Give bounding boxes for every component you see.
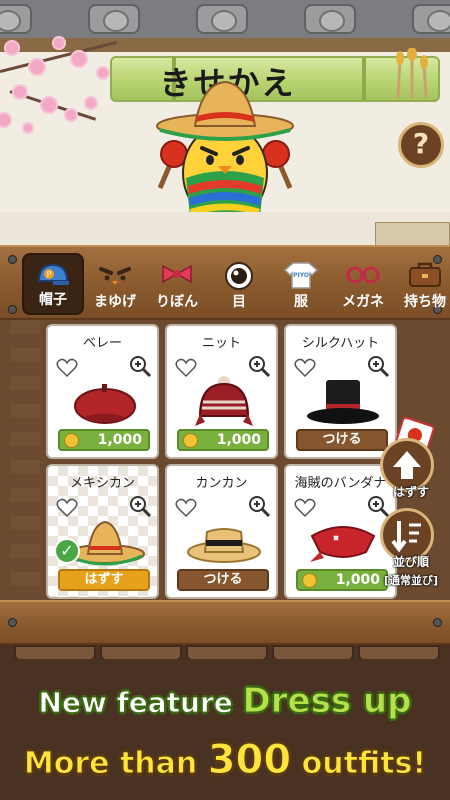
shirt-icon: PIYO [283, 262, 319, 289]
wardrobe-panel: P 帽子 まゆげ りぼん 目 PIYO 服 メガネ 持ち物 ベレー 1,000 … [0, 245, 450, 645]
silk-hat-icon [307, 380, 379, 424]
item-name: カンカン [195, 476, 248, 491]
item-grid-area: ベレー 1,000 ニット 1,000 シルクハット つける メキシカン ✓ は… [0, 320, 450, 600]
favorite-heart-icon[interactable] [294, 358, 316, 378]
knit-hat-icon [195, 376, 253, 426]
remove-all-label: はずす [392, 485, 429, 499]
zoom-icon[interactable] [366, 354, 390, 378]
zoom-icon[interactable] [128, 354, 152, 378]
favorite-heart-icon[interactable] [56, 498, 78, 518]
take-off-button[interactable]: はずす [58, 569, 150, 591]
bamboo-pennant-icon [396, 48, 428, 99]
sort-icon [391, 521, 421, 553]
promo-number: 300 [207, 737, 292, 784]
tab-hat[interactable]: P 帽子 [22, 253, 84, 315]
tab-eye[interactable]: 目 [208, 253, 270, 315]
tab-eyebrows[interactable]: まゆげ [84, 253, 146, 315]
item-name: ベレー [82, 336, 122, 351]
eyebrows-icon [99, 267, 131, 285]
coin-icon [183, 433, 198, 448]
tab-belongings[interactable]: 持ち物 [394, 253, 450, 315]
eye-icon [225, 262, 253, 290]
sort-order-label: 並び順 [392, 555, 429, 569]
favorite-heart-icon[interactable] [294, 498, 316, 518]
tab-glasses[interactable]: メガネ [332, 253, 394, 315]
tab-ribbon[interactable]: りぼん [146, 253, 208, 315]
item-price: 1,000 [97, 432, 142, 448]
coin-icon [302, 573, 317, 588]
item-card-silk-hat[interactable]: シルクハット つける [284, 324, 397, 459]
bag-icon [409, 262, 441, 287]
item-card-boater[interactable]: カンカン つける [165, 464, 278, 599]
buy-button[interactable]: 1,000 [58, 429, 150, 451]
tab-label: りぼん [156, 294, 198, 310]
shirt-print: PIYO [293, 272, 309, 279]
item-card-knit[interactable]: ニット 1,000 [165, 324, 278, 459]
promo-line-1: New feature Dress up [38, 681, 412, 722]
promo-highlight: Dress up [242, 681, 412, 722]
item-name: メキシカン [69, 476, 135, 491]
cap-icon: P [37, 263, 69, 285]
item-price: 1,000 [216, 432, 261, 448]
glasses-icon [346, 266, 380, 284]
zoom-icon[interactable] [128, 494, 152, 518]
tab-label: 持ち物 [404, 294, 446, 310]
item-card-mexican[interactable]: メキシカン ✓ はずす [46, 464, 159, 599]
ribbon-icon [162, 264, 192, 284]
beret-icon [74, 384, 136, 424]
coin-icon [64, 433, 79, 448]
up-arrow-icon [393, 451, 421, 479]
tab-label: まゆげ [94, 294, 136, 310]
tab-label: 服 [294, 294, 308, 310]
wooden-beam [0, 38, 450, 52]
wear-button[interactable]: つける [177, 569, 269, 591]
tab-label: 目 [232, 294, 246, 310]
zoom-icon[interactable] [247, 494, 271, 518]
lower-area: New feature Dress up More than 300 outfi… [0, 645, 450, 800]
boater-hat-icon [187, 528, 261, 563]
wear-button[interactable]: つける [296, 429, 388, 451]
roof-tiles [0, 0, 450, 38]
floor-decoration [375, 222, 450, 245]
promo-line-2: More than 300 outfits! [23, 737, 427, 784]
dressing-room-scene: きせかえ ? [0, 0, 450, 245]
svg-text:P: P [47, 270, 52, 279]
help-button[interactable]: ? [398, 122, 444, 168]
buy-button[interactable]: 1,000 [177, 429, 269, 451]
promo-banner: New feature Dress up More than 300 outfi… [0, 659, 450, 800]
tab-label: 帽子 [39, 292, 67, 308]
chick-character [156, 80, 294, 234]
item-name: ニット [201, 336, 241, 351]
category-tab-bar: P 帽子 まゆげ りぼん 目 PIYO 服 メガネ 持ち物 [0, 245, 450, 320]
item-card-beret[interactable]: ベレー 1,000 [46, 324, 159, 459]
favorite-heart-icon[interactable] [56, 358, 78, 378]
item-name: シルクハット [301, 336, 380, 351]
tab-label: メガネ [342, 294, 384, 310]
zoom-icon[interactable] [247, 354, 271, 378]
bottom-wood-bar [0, 600, 450, 645]
tab-clothes[interactable]: PIYO 服 [270, 253, 332, 315]
equipped-check-icon: ✓ [54, 538, 80, 564]
sort-mode-label: [通常並び] [383, 574, 439, 587]
favorite-heart-icon[interactable] [175, 358, 197, 378]
favorite-heart-icon[interactable] [175, 498, 197, 518]
